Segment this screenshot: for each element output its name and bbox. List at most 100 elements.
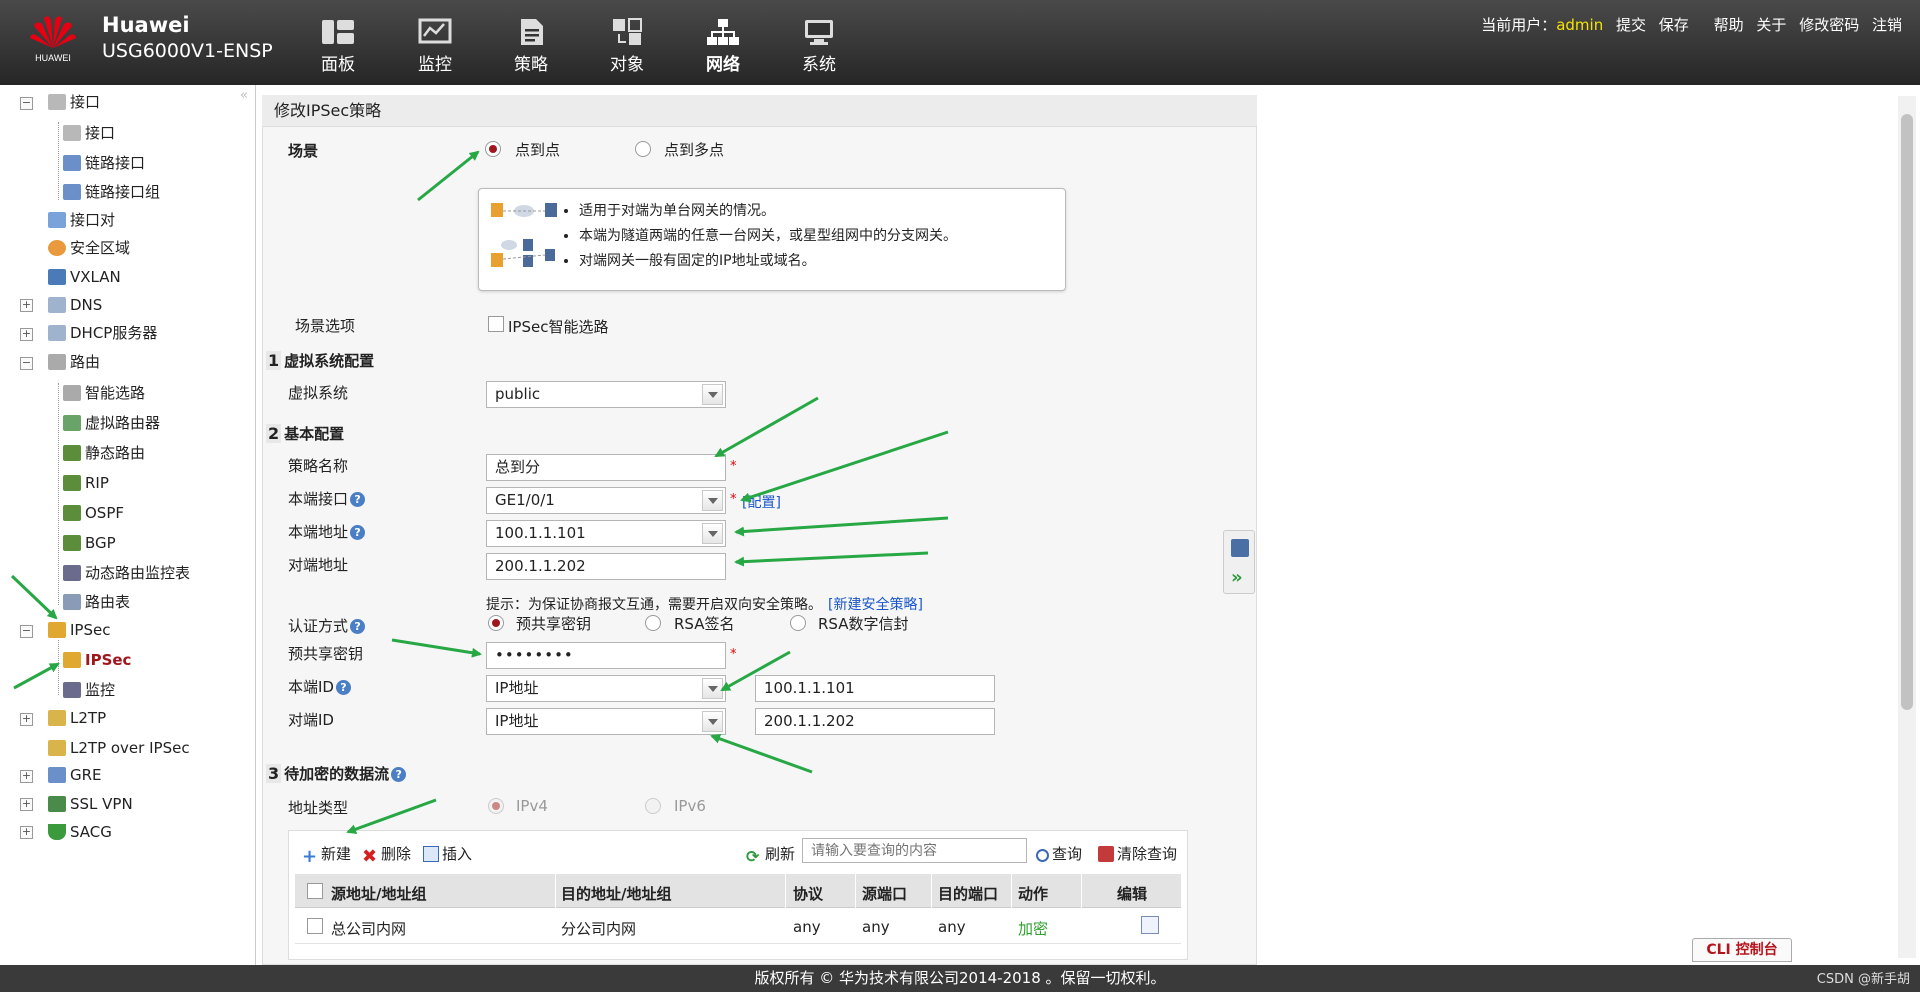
nav-system[interactable]: 系统 bbox=[784, 18, 854, 78]
help-icon[interactable]: ? bbox=[350, 525, 366, 540]
sidebar-item-link-interface[interactable]: 链路接口 bbox=[63, 151, 145, 175]
sidebar-item-ipsec-policy[interactable]: IPSec bbox=[63, 648, 131, 672]
clear-query-button[interactable]: 清除查询 bbox=[1098, 843, 1177, 864]
sidebar-item-l2tp[interactable]: L2TP bbox=[48, 706, 106, 730]
smart-route-checkbox[interactable] bbox=[488, 316, 504, 332]
addr-type-ipv6-radio[interactable] bbox=[645, 798, 661, 814]
sidebar-item-interface-pair[interactable]: 接口对 bbox=[48, 208, 115, 232]
insert-button[interactable]: 插入 bbox=[423, 843, 472, 864]
auth-rsa-sign-label: RSA签名 bbox=[674, 615, 735, 633]
row-checkbox[interactable] bbox=[307, 918, 323, 934]
peer-id-input[interactable]: 200.1.1.202 bbox=[755, 708, 995, 735]
peer-id-type-select[interactable]: IP地址 bbox=[486, 708, 726, 735]
col-protocol: 协议 bbox=[793, 885, 824, 903]
scene-label: 场景 bbox=[288, 142, 319, 160]
sidebar-item-ospf[interactable]: OSPF bbox=[63, 501, 124, 525]
policy-name-input[interactable]: 总到分 bbox=[486, 454, 726, 481]
sidebar-item-ipsec-monitor[interactable]: 监控 bbox=[63, 678, 115, 702]
select-all-checkbox[interactable] bbox=[307, 883, 323, 899]
tree-expander-sslvpn[interactable]: + bbox=[20, 798, 33, 811]
help-icon[interactable]: ? bbox=[391, 767, 407, 782]
tree-expander-dns[interactable]: + bbox=[20, 299, 33, 312]
auth-psk-radio[interactable] bbox=[488, 615, 504, 631]
sidebar-item-route-table[interactable]: 路由表 bbox=[63, 590, 130, 614]
monitor-icon bbox=[63, 682, 81, 698]
help-icon[interactable]: ? bbox=[350, 619, 366, 634]
psk-input[interactable]: •••••••• bbox=[486, 642, 726, 669]
save-link[interactable]: 保存 bbox=[1659, 16, 1689, 34]
cli-console-button[interactable]: CLI 控制台 bbox=[1692, 938, 1792, 962]
scene-p2mp-radio[interactable] bbox=[635, 141, 651, 157]
scene-p2p-radio[interactable] bbox=[485, 141, 501, 157]
new-button[interactable]: + 新建 bbox=[302, 843, 351, 866]
auth-rsa-sign-radio[interactable] bbox=[645, 615, 661, 631]
tree-expander-gre[interactable]: + bbox=[20, 770, 33, 783]
sidebar-item-vxlan[interactable]: VXLAN bbox=[48, 265, 121, 289]
delete-button[interactable]: ✖ 删除 bbox=[362, 843, 411, 866]
vxlan-icon bbox=[48, 269, 66, 285]
auth-psk-label: 预共享密钥 bbox=[516, 615, 592, 633]
sidebar-item-ssl-vpn[interactable]: SSL VPN bbox=[48, 792, 133, 816]
col-source-port: 源端口 bbox=[862, 885, 908, 903]
local-address-select[interactable]: 100.1.1.101 bbox=[486, 520, 726, 547]
help-icon[interactable]: ? bbox=[335, 680, 351, 695]
sidebar-item-dhcp-server[interactable]: DHCP服务器 bbox=[48, 321, 157, 345]
query-button[interactable]: 查询 bbox=[1036, 843, 1082, 864]
nav-label: 对象 bbox=[610, 55, 644, 75]
nav-monitor[interactable]: 监控 bbox=[400, 18, 470, 78]
nav-object[interactable]: 对象 bbox=[592, 18, 662, 78]
sidebar-item-dynamic-route-monitor[interactable]: 动态路由监控表 bbox=[63, 561, 190, 585]
nav-dashboard[interactable]: 面板 bbox=[303, 18, 373, 78]
local-id-input[interactable]: 100.1.1.101 bbox=[755, 675, 995, 702]
new-security-policy-link[interactable]: [新建安全策略] bbox=[828, 597, 923, 613]
sidebar-item-interface-sub[interactable]: 接口 bbox=[63, 121, 115, 145]
sidebar-item-static-route[interactable]: 静态路由 bbox=[63, 441, 145, 465]
toolbox-icon[interactable] bbox=[1231, 539, 1249, 557]
local-id-type-select[interactable]: IP地址 bbox=[486, 675, 726, 702]
tree-expander-route[interactable]: − bbox=[20, 357, 33, 370]
tree-expander-sacg[interactable]: + bbox=[20, 826, 33, 839]
sidebar-item-ipsec[interactable]: IPSec bbox=[48, 618, 110, 642]
edit-icon[interactable] bbox=[1141, 916, 1159, 934]
table-row[interactable]: 总公司内网 分公司内网 any any any 加密 bbox=[295, 908, 1181, 944]
sidebar-item-gre[interactable]: GRE bbox=[48, 763, 102, 787]
help-link[interactable]: 帮助 bbox=[1714, 16, 1744, 34]
refresh-button[interactable]: ⟳ 刷新 bbox=[746, 843, 795, 865]
sidebar-item-interface[interactable]: 接口 bbox=[48, 90, 100, 114]
sidebar-item-link-interface-group[interactable]: 链路接口组 bbox=[63, 180, 160, 204]
change-password-link[interactable]: 修改密码 bbox=[1799, 16, 1859, 34]
expand-icon[interactable]: » bbox=[1231, 567, 1243, 588]
local-interface-select[interactable]: GE1/0/1 bbox=[486, 487, 726, 514]
addr-type-ipv4-radio[interactable] bbox=[488, 798, 504, 814]
sidebar-item-sacg[interactable]: SACG bbox=[48, 820, 112, 844]
sidebar-item-dns[interactable]: DNS bbox=[48, 293, 102, 317]
tree-expander-l2tp[interactable]: + bbox=[20, 713, 33, 726]
nav-network[interactable]: 网络 bbox=[688, 18, 758, 78]
sidebar-item-route[interactable]: 路由 bbox=[48, 350, 100, 374]
scrollbar-thumb[interactable] bbox=[1901, 114, 1913, 710]
help-icon[interactable]: ? bbox=[350, 492, 366, 507]
sidebar-collapse-button[interactable]: « bbox=[240, 88, 248, 103]
nav-policy[interactable]: 策略 bbox=[496, 18, 566, 78]
peer-address-input[interactable]: 200.1.1.202 bbox=[486, 553, 726, 580]
delete-x-icon: ✖ bbox=[362, 846, 378, 867]
submit-link[interactable]: 提交 bbox=[1616, 16, 1646, 34]
about-link[interactable]: 关于 bbox=[1756, 16, 1786, 34]
sidebar-item-bgp[interactable]: BGP bbox=[63, 531, 116, 555]
auth-rsa-envelope-radio[interactable] bbox=[790, 615, 806, 631]
sidebar-item-l2tp-over-ipsec[interactable]: L2TP over IPSec bbox=[48, 736, 190, 760]
scene-option-label: 场景选项 bbox=[295, 317, 356, 335]
sidebar-item-rip[interactable]: RIP bbox=[63, 471, 109, 495]
sidebar-item-security-zone[interactable]: 安全区域 bbox=[48, 236, 130, 260]
ipsec-lock-icon bbox=[63, 652, 81, 668]
vsys-select[interactable]: public bbox=[486, 381, 726, 408]
sidebar-item-smart-route[interactable]: 智能选路 bbox=[63, 381, 145, 405]
logout-link[interactable]: 注销 bbox=[1872, 16, 1902, 34]
tree-expander-interface[interactable]: − bbox=[20, 97, 33, 110]
search-input[interactable] bbox=[802, 838, 1027, 863]
sidebar-item-virtual-router[interactable]: 虚拟路由器 bbox=[63, 411, 160, 435]
insert-icon bbox=[423, 846, 439, 862]
configure-interface-link[interactable]: [配置] bbox=[742, 492, 781, 512]
tree-expander-dhcp[interactable]: + bbox=[20, 328, 33, 341]
tree-expander-ipsec[interactable]: − bbox=[20, 625, 33, 638]
